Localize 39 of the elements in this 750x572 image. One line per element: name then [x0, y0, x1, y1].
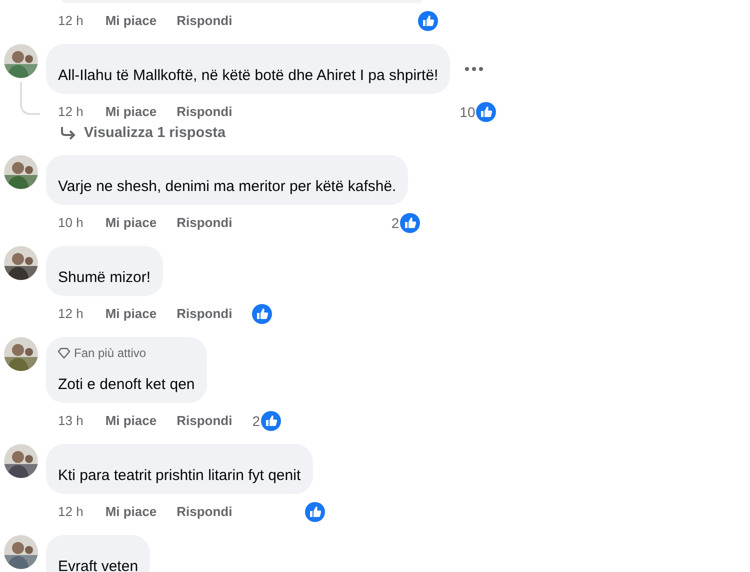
- like-link[interactable]: Mi piace: [105, 306, 157, 321]
- like-reaction-icon: [304, 502, 325, 522]
- like-link[interactable]: Mi piace: [105, 215, 157, 230]
- reply-arrow-icon: [60, 126, 76, 140]
- like-reaction-icon: [418, 10, 438, 30]
- more-options-icon[interactable]: [464, 66, 484, 72]
- reply-link[interactable]: Rispondi: [176, 504, 232, 519]
- like-reaction-icon: [261, 410, 282, 430]
- diamond-icon: [58, 347, 70, 359]
- thread-line: [20, 82, 40, 115]
- comment-time: 12 h: [58, 504, 84, 519]
- reply-link[interactable]: Rispondi: [176, 215, 232, 230]
- like-link[interactable]: Mi piace: [105, 504, 157, 519]
- like-reaction-icon: [400, 212, 420, 232]
- comment-time: 12 h: [58, 104, 84, 119]
- reply-link[interactable]: Rispondi: [176, 13, 232, 28]
- reply-link[interactable]: Rispondi: [176, 306, 232, 321]
- like-link[interactable]: Mi piace: [105, 13, 157, 28]
- comment-text: Varje ne shesh, denimi ma meritor per këtë kafshë.: [58, 177, 396, 197]
- like-link[interactable]: Mi piace: [105, 413, 157, 428]
- fan-label: Fan più attivo: [74, 345, 146, 361]
- comment-time: 10 h: [58, 215, 84, 230]
- like-reaction-icon: [252, 304, 272, 324]
- reaction-count: 2: [252, 412, 260, 428]
- comment-text: Evraft veten: [58, 557, 138, 572]
- reaction-count: 2: [391, 214, 400, 230]
- comment-text: Zoti e denoft ket qen: [58, 375, 195, 395]
- like-reaction-icon: [476, 102, 496, 122]
- comment-text: Shumë mizor!: [58, 268, 151, 288]
- reaction-count: 10: [460, 104, 476, 120]
- comment-time: 12 h: [58, 306, 84, 321]
- comment-time: 12 h: [58, 13, 84, 28]
- comment-text: All-Ilahu të Mallkoftë, në këtë botë dhe Ahiret I pa shpirtë!: [58, 66, 438, 86]
- view-replies-link[interactable]: Visualizza 1 risposta: [84, 125, 226, 141]
- comment-text: Kti para teatrit prishtin litarin fyt qenit: [58, 466, 301, 486]
- reply-link[interactable]: Rispondi: [176, 104, 232, 119]
- comment-time: 13 h: [58, 413, 84, 428]
- like-link[interactable]: Mi piace: [105, 104, 157, 119]
- reply-link[interactable]: Rispondi: [176, 413, 232, 428]
